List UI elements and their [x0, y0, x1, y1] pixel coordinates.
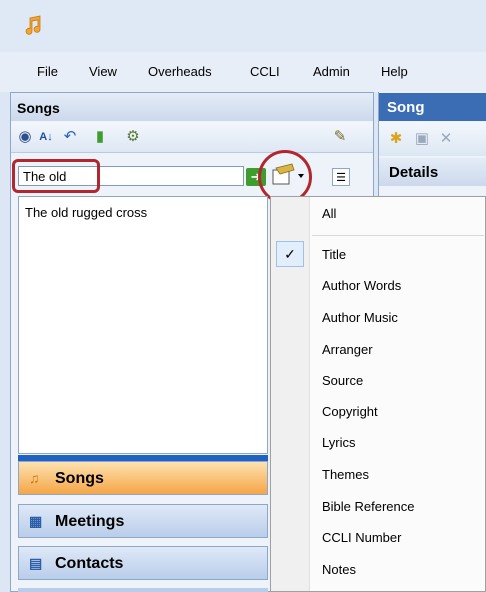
- calendar-icon: ▦: [29, 513, 43, 529]
- menu-item-author-words[interactable]: Author Words: [322, 278, 401, 293]
- details-title: Details: [389, 164, 439, 181]
- menu-item-bible-reference[interactable]: Bible Reference: [322, 499, 415, 514]
- menu-file[interactable]: File: [37, 64, 58, 79]
- menu-item-author-music[interactable]: Author Music: [322, 310, 398, 325]
- checkmark-icon: ✓: [276, 241, 304, 267]
- book-icon[interactable]: ▮: [91, 128, 109, 146]
- nav-contacts-label: Contacts: [55, 555, 124, 572]
- save-icon[interactable]: ▣: [413, 130, 431, 148]
- songs-toolbar: ◉ A↓ ↶ ▮ ⚙ ✎: [11, 122, 373, 153]
- sort-az-icon[interactable]: A↓: [37, 128, 55, 146]
- menu-bar: [0, 52, 486, 92]
- menu-view[interactable]: View: [89, 64, 117, 79]
- menu-overheads[interactable]: Overheads: [148, 64, 212, 79]
- search-highlight-box: [12, 159, 100, 193]
- menu-admin[interactable]: Admin: [313, 64, 350, 79]
- menu-item-all[interactable]: All: [322, 206, 336, 221]
- menu-separator: [312, 235, 484, 236]
- menu-item-source[interactable]: Source: [322, 373, 363, 388]
- songs-panel-header: Songs: [11, 93, 373, 121]
- new-icon[interactable]: ✱: [387, 130, 405, 148]
- details-toggle-icon[interactable]: ☰: [332, 168, 350, 186]
- music-note-icon: ♫: [29, 470, 40, 486]
- menu-ccli[interactable]: CCLI: [250, 64, 280, 79]
- contact-card-icon: ▤: [29, 555, 43, 571]
- nav-songs-button[interactable]: ♫ Songs: [18, 461, 268, 495]
- song-toolbar: ✱ ▣ ✕: [379, 122, 486, 156]
- filter-icon[interactable]: ⚙: [124, 128, 142, 146]
- field-select-icon[interactable]: ✎: [331, 128, 349, 146]
- nav-more-strip[interactable]: [18, 588, 268, 592]
- nav-meetings-label: Meetings: [55, 513, 125, 530]
- song-panel-header: Song: [379, 93, 486, 121]
- undo-icon[interactable]: ↶: [61, 128, 79, 146]
- list-item[interactable]: The old rugged cross: [25, 205, 147, 220]
- menu-help[interactable]: Help: [381, 64, 408, 79]
- nav-meetings-button[interactable]: ▦ Meetings: [18, 504, 268, 538]
- menu-item-lyrics[interactable]: Lyrics: [322, 435, 355, 450]
- music-note-icon: [25, 15, 41, 35]
- menu-item-ccli-number[interactable]: CCLI Number: [322, 530, 401, 545]
- menu-item-themes[interactable]: Themes: [322, 467, 369, 482]
- search-results-list: The old rugged cross: [18, 196, 268, 454]
- menu-item-notes[interactable]: Notes: [322, 562, 356, 577]
- song-panel-title: Song: [387, 99, 425, 116]
- binoculars-icon[interactable]: ◉: [16, 128, 34, 146]
- menu-item-copyright[interactable]: Copyright: [322, 404, 378, 419]
- title-bar: [0, 0, 486, 52]
- details-header: Details: [379, 158, 486, 186]
- menu-item-title[interactable]: Title: [322, 247, 346, 262]
- menu-item-arranger[interactable]: Arranger: [322, 342, 373, 357]
- nav-contacts-button[interactable]: ▤ Contacts: [18, 546, 268, 580]
- delete-icon[interactable]: ✕: [437, 130, 455, 148]
- nav-songs-label: Songs: [55, 470, 104, 487]
- songs-panel-title: Songs: [17, 100, 60, 116]
